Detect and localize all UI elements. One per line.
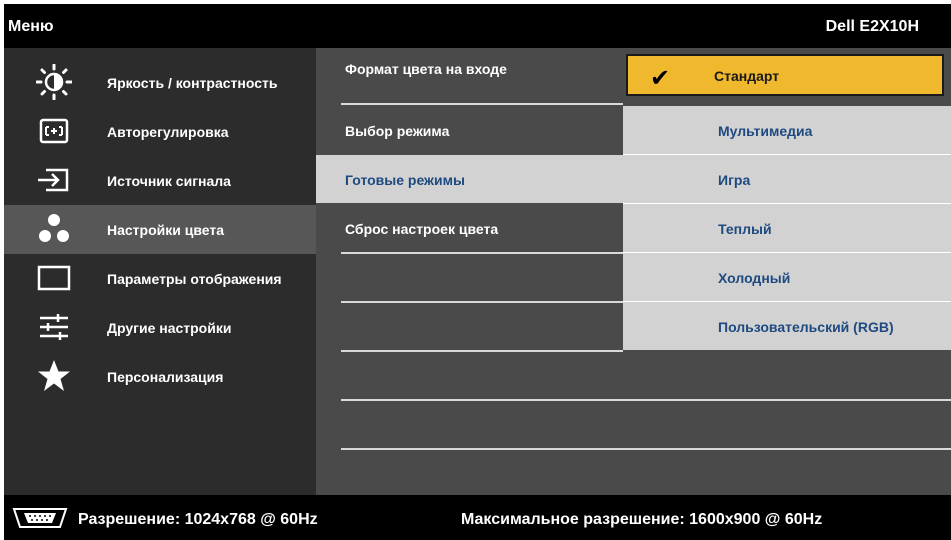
brightness-icon — [36, 64, 72, 100]
sidebar-item-label: Авторегулировка — [107, 124, 229, 140]
divider — [341, 301, 623, 303]
sidebar-item-input-source[interactable]: Источник сигнала — [4, 156, 316, 205]
preset-option-label: Мультимедиа — [718, 123, 813, 139]
star-icon — [36, 358, 72, 394]
divider — [341, 103, 623, 105]
preset-modes-panel: ✔ Стандарт Мультимедиа Игра Теплый Холод… — [623, 48, 951, 495]
menu-item-label: Сброс настроек цвета — [345, 221, 499, 237]
divider — [341, 448, 623, 450]
sidebar-item-label: Настройки цвета — [107, 222, 225, 238]
sidebar-item-personalize[interactable]: Персонализация — [4, 352, 316, 401]
menu-item-input-color-format[interactable]: Формат цвета на входе — [316, 48, 623, 96]
selected-preset-option[interactable]: ✔ Стандарт — [626, 54, 944, 96]
sidebar-item-label: Параметры отображения — [107, 271, 282, 287]
vga-connector-icon — [10, 507, 70, 529]
preset-option-warm[interactable]: Теплый — [623, 204, 951, 252]
auto-adjust-icon — [36, 113, 72, 149]
other-settings-icon — [36, 309, 72, 345]
sidebar-item-label: Источник сигнала — [107, 173, 231, 189]
divider — [341, 252, 623, 254]
input-source-icon — [36, 162, 72, 198]
preset-option-label: Стандарт — [714, 68, 780, 84]
sidebar-item-label: Яркость / контрастность — [107, 75, 278, 91]
preset-option-label: Теплый — [718, 221, 772, 237]
status-bar: Разрешение: 1024x768 @ 60Hz Максимальное… — [4, 495, 951, 540]
display-settings-icon — [36, 260, 72, 296]
preset-option-label: Пользовательский (RGB) — [718, 319, 894, 335]
osd-menu: Меню Dell E2X10H Яркость / контрастность — [4, 4, 951, 540]
preset-option-label: Игра — [718, 172, 751, 188]
preset-option-cool[interactable]: Холодный — [623, 253, 951, 301]
sidebar: Яркость / контрастность Авторегулировка — [4, 48, 316, 495]
color-settings-icon — [36, 211, 72, 247]
menu-item-reset-color-settings[interactable]: Сброс настроек цвета — [316, 204, 623, 252]
divider — [623, 399, 951, 401]
sidebar-item-label: Другие настройки — [107, 320, 232, 336]
menu-item-mode-selection[interactable]: Выбор режима — [316, 106, 623, 154]
sidebar-item-brightness-contrast[interactable]: Яркость / контрастность — [4, 58, 316, 107]
sidebar-item-other-settings[interactable]: Другие настройки — [4, 303, 316, 352]
sidebar-item-label: Персонализация — [107, 369, 224, 385]
sidebar-item-display-settings[interactable]: Параметры отображения — [4, 254, 316, 303]
preset-option-game[interactable]: Игра — [623, 155, 951, 203]
divider — [341, 399, 623, 401]
divider — [341, 350, 623, 352]
max-resolution: Максимальное разрешение: 1600x900 @ 60Hz — [461, 511, 823, 528]
divider — [623, 448, 951, 450]
menu-title: Меню — [8, 18, 54, 35]
menu-item-label: Готовые режимы — [345, 172, 465, 188]
preset-option-selected-row[interactable]: ✔ Стандарт — [623, 48, 951, 96]
sidebar-item-color-settings[interactable]: Настройки цвета — [4, 205, 316, 254]
monitor-model: Dell E2X10H — [825, 18, 919, 35]
menu-item-preset-modes[interactable]: Готовые режимы — [316, 155, 623, 203]
menu-item-label: Формат цвета на входе — [345, 61, 507, 77]
color-settings-submenu: Формат цвета на входе Выбор режима Готов… — [316, 48, 623, 495]
preset-option-label: Холодный — [718, 270, 791, 286]
checkmark-icon: ✔ — [650, 64, 671, 92]
preset-option-custom-rgb[interactable]: Пользовательский (RGB) — [623, 302, 951, 350]
current-resolution: Разрешение: 1024x768 @ 60Hz — [78, 511, 318, 528]
preset-option-multimedia[interactable]: Мультимедиа — [623, 106, 951, 154]
sidebar-item-auto-adjust[interactable]: Авторегулировка — [4, 107, 316, 156]
menu-item-label: Выбор режима — [345, 123, 450, 139]
title-bar: Меню Dell E2X10H — [4, 4, 951, 48]
